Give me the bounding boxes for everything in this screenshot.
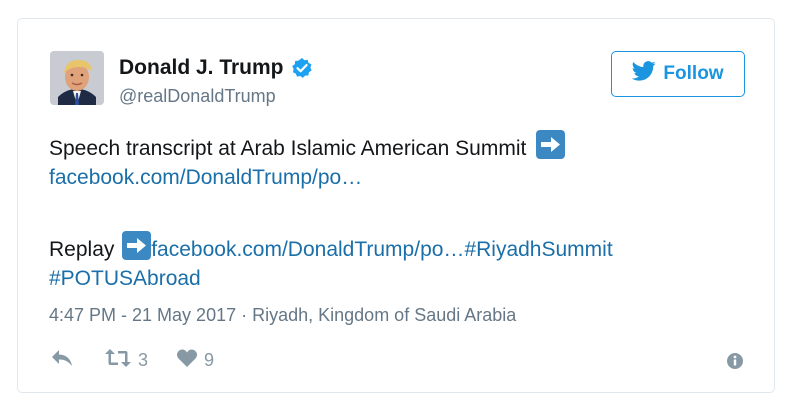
hashtag-riyadhsummit[interactable]: #RiyadhSummit [464,238,612,261]
retweet-button[interactable]: 3 [104,348,148,373]
tweet-location[interactable]: Riyadh, Kingdom of Saudi Arabia [252,305,516,325]
right-arrow-emoji-icon [120,231,152,260]
tweet-text-2: Replay [49,238,115,261]
avatar[interactable] [50,51,104,105]
tweet-line-2: facebook.com/DonaldTrump/po… [49,164,739,192]
retweet-count: 3 [138,350,149,370]
tweet-link-2[interactable]: facebook.com/DonaldTrump/po… [151,238,464,261]
info-button[interactable] [726,352,744,375]
right-arrow-emoji-icon [532,130,566,159]
like-count: 9 [204,350,215,370]
like-button[interactable]: 9 [176,348,214,373]
follow-button[interactable]: Follow [611,51,745,97]
meta-separator: · [236,305,253,325]
tweet-text-1: Speech transcript at Arab Islamic Americ… [49,137,527,160]
verified-badge-icon [291,57,313,79]
follow-label: Follow [663,63,724,84]
info-icon [726,353,744,374]
author-name-text: Donald J. Trump [119,56,284,79]
tweet-meta: 4:47 PM - 21 May 2017 · Riyadh, Kingdom … [49,305,516,326]
reply-icon [50,348,74,373]
tweet-card: Donald J. Trump @realDonaldTrump Follow … [17,18,775,393]
author-name[interactable]: Donald J. Trump [119,56,313,80]
tweet-line-4: #POTUSAbroad [49,265,739,293]
tweet-line-3: Replay facebook.com/DonaldTrump/po…#Riya… [49,231,739,264]
author-handle[interactable]: @realDonaldTrump [119,86,276,107]
tweet-line-1: Speech transcript at Arab Islamic Americ… [49,130,739,163]
tweet-link-1[interactable]: facebook.com/DonaldTrump/po… [49,166,362,189]
heart-icon [176,348,198,373]
retweet-icon [104,348,132,373]
reply-button[interactable] [50,348,74,373]
tweet-timestamp[interactable]: 4:47 PM - 21 May 2017 [49,305,236,325]
hashtag-potusabroad[interactable]: #POTUSAbroad [49,267,201,290]
twitter-bird-icon [632,61,657,87]
tweet-actions: 3 9 [50,348,214,373]
